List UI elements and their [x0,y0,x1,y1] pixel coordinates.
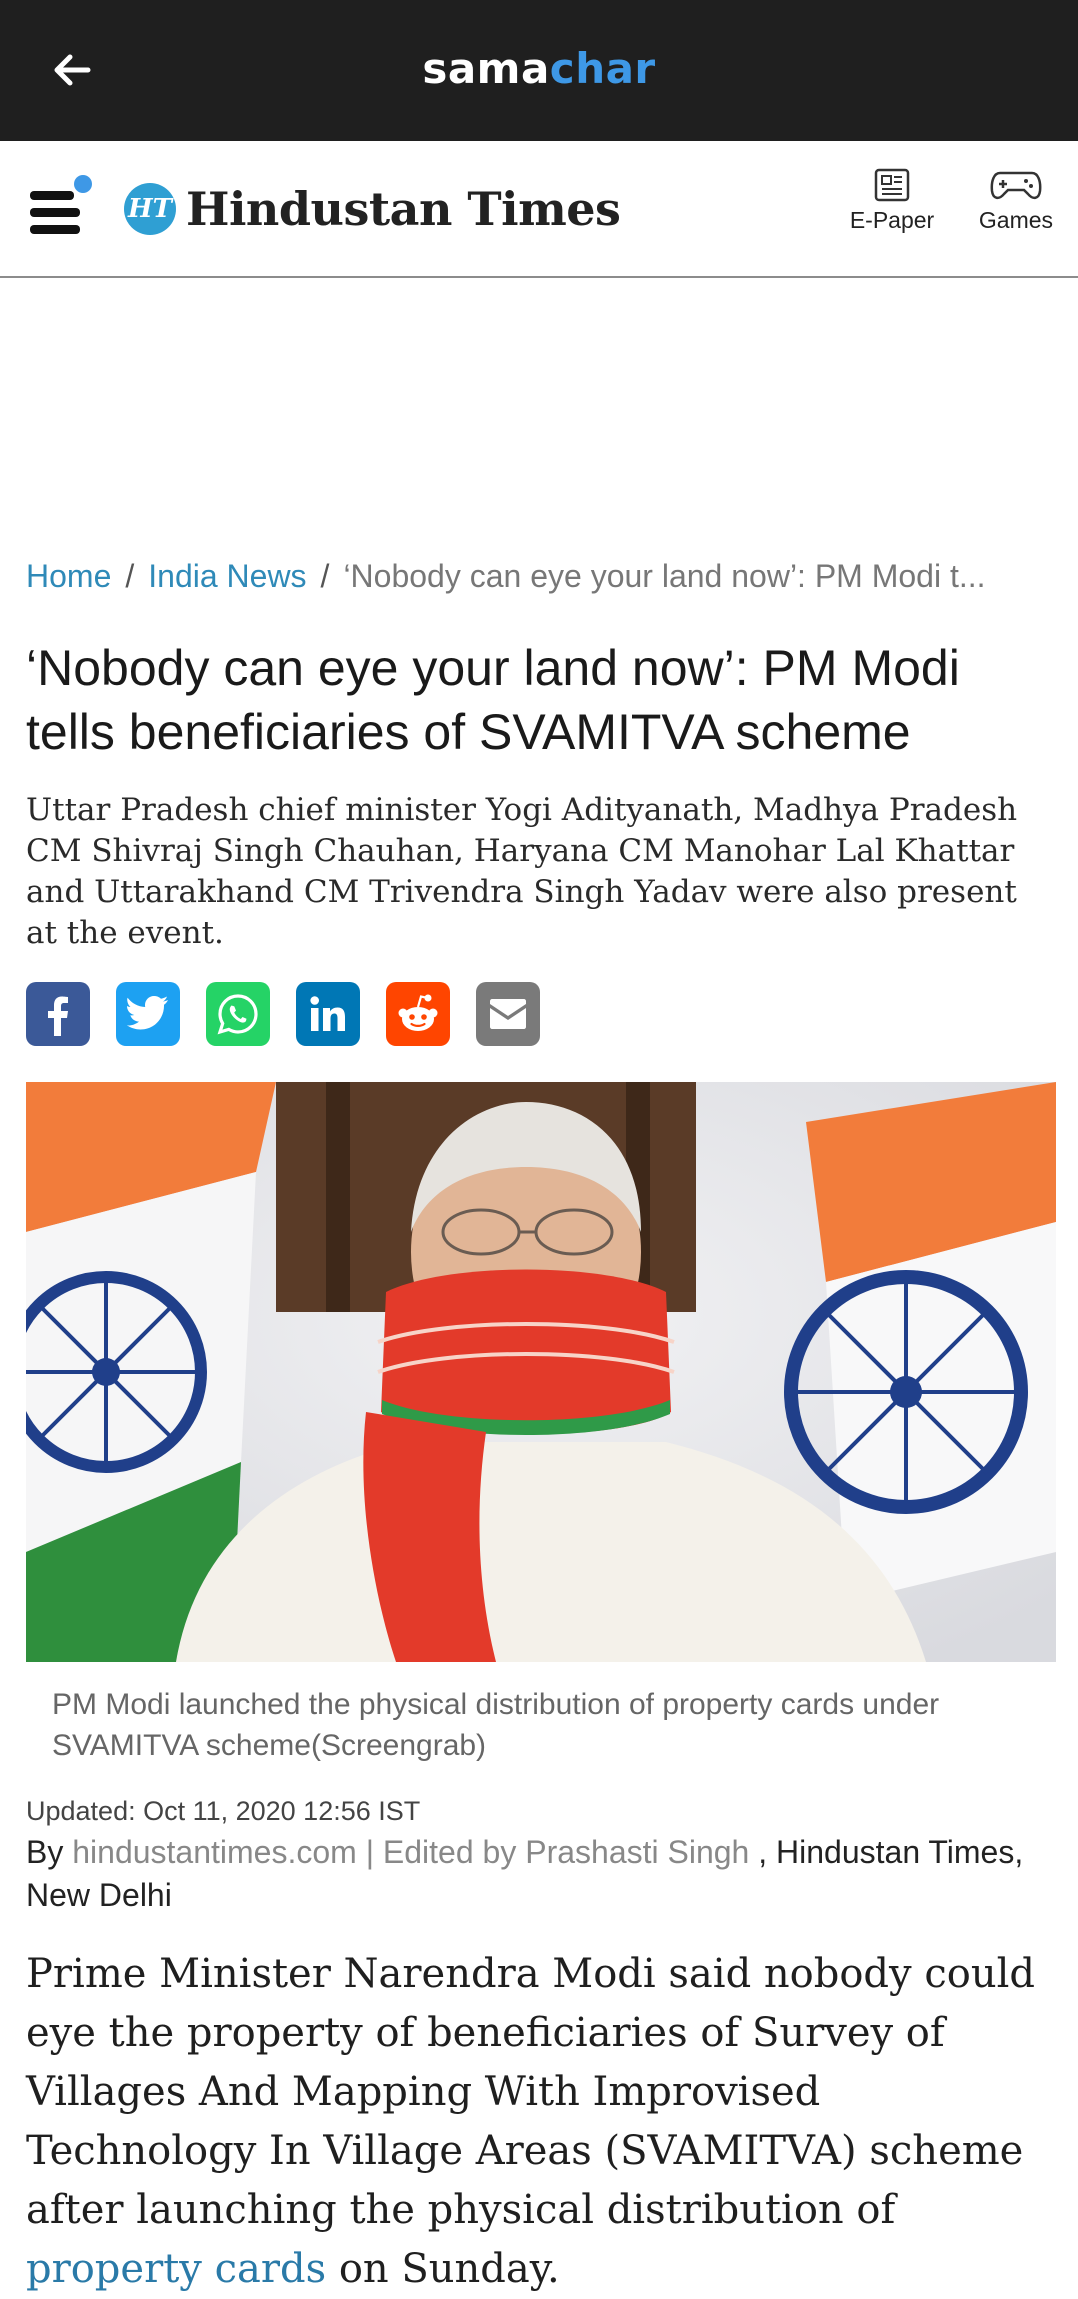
epaper-button[interactable]: E-Paper [832,167,952,234]
brand-part1: sama [422,44,550,93]
games-button[interactable]: Games [966,167,1066,234]
article-hero-image[interactable] [26,1082,1056,1662]
email-icon [490,999,526,1029]
ad-placeholder [0,278,1078,558]
article-body-paragraph: Prime Minister Narendra Modi said nobody… [26,1945,1052,2299]
twitter-icon [127,996,168,1030]
facebook-share-button[interactable] [26,982,90,1046]
whatsapp-icon [217,994,258,1035]
body-text-end: on Sunday. [326,2246,560,2292]
byline: By hindustantimes.com | Edited by Prasha… [26,1831,1052,1917]
byline-prefix: By [26,1834,64,1870]
body-text-start: Prime Minister Narendra Modi said nobody… [26,1951,1035,2233]
epaper-label: E-Paper [849,207,935,233]
brand-part2: char [549,44,656,93]
article-headline: ‘Nobody can eye your land now’: PM Modi … [26,640,960,760]
linkedin-icon [310,996,345,1031]
site-logo[interactable]: HT Hindustan Times [124,177,621,241]
whatsapp-share-button[interactable] [206,982,270,1046]
facebook-icon [48,996,68,1036]
share-bar [26,982,1052,1046]
breadcrumb-current: ‘Nobody can eye your land now’: PM Modi … [343,558,986,594]
notification-dot [74,175,92,193]
gamepad-icon [990,171,1042,200]
reddit-icon [398,994,438,1031]
site-header: HT Hindustan Times E-Paper Games [0,141,1078,278]
reddit-share-button[interactable] [386,982,450,1046]
image-caption: PM Modi launched the physical distributi… [52,1688,940,1762]
breadcrumb-separator: / [125,558,135,594]
hero-illustration [26,1082,1056,1662]
article-summary: Uttar Pradesh chief minister Yogi Aditya… [26,792,1018,951]
games-label: Games [978,207,1054,233]
email-share-button[interactable] [476,982,540,1046]
logo-mark: HT [124,183,176,235]
twitter-share-button[interactable] [116,982,180,1046]
hamburger-menu-icon[interactable] [30,175,94,243]
breadcrumb-section[interactable]: India News [148,558,306,594]
app-bar: samachar [0,0,1078,141]
property-cards-link[interactable]: property cards [26,2246,326,2292]
breadcrumb-separator: / [320,558,330,594]
byline-author[interactable]: hindustantimes.com | Edited by Prashasti… [72,1834,749,1870]
logo-text: Hindustan Times [186,182,621,236]
article-meta: Updated: Oct 11, 2020 12:56 IST By hindu… [26,1796,1052,1917]
newspaper-icon [874,168,910,202]
breadcrumb-home[interactable]: Home [26,558,111,594]
app-brand: samachar [0,44,1078,93]
updated-timestamp: Updated: Oct 11, 2020 12:56 IST [26,1796,421,1826]
linkedin-share-button[interactable] [296,982,360,1046]
breadcrumb: Home / India News / ‘Nobody can eye your lan… [26,558,1052,618]
